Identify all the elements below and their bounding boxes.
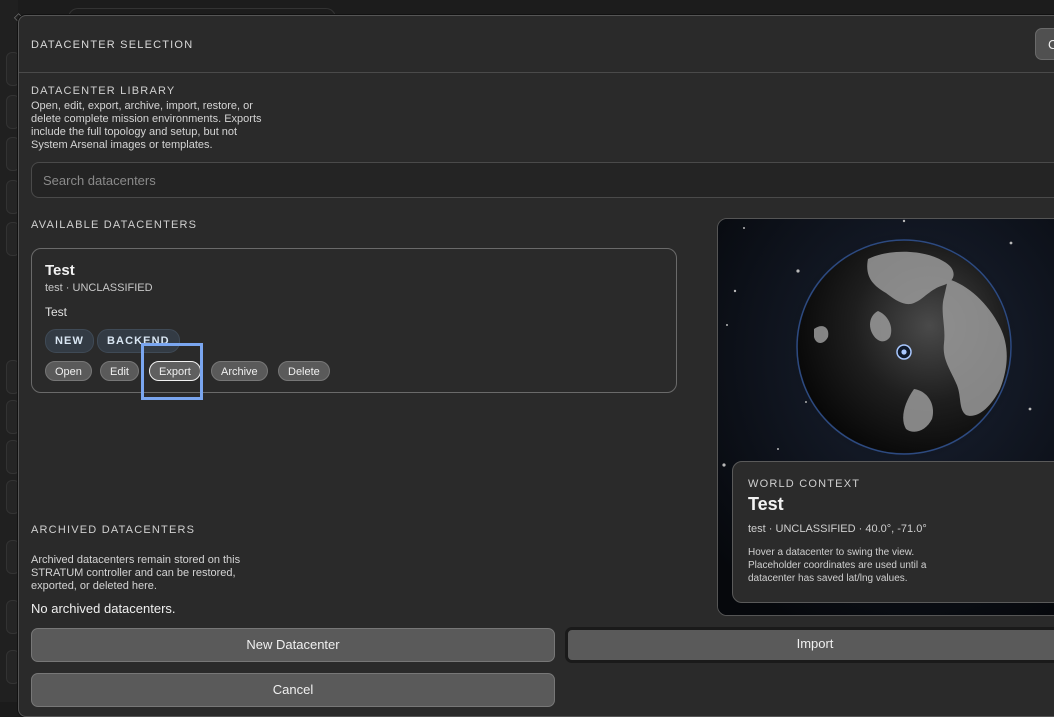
modal-title: DATACENTER SELECTION [31, 39, 193, 51]
focus-highlight-box [141, 343, 203, 400]
available-heading: AVAILABLE DATACENTERS [31, 219, 197, 231]
datacenter-selection-modal: DATACENTER SELECTION C DATACENTER LIBRAR… [18, 15, 1054, 717]
background-sidebar [0, 0, 18, 702]
new-datacenter-button[interactable]: New Datacenter [31, 628, 555, 662]
world-context-description-line: Placeholder coordinates are used until a [748, 559, 963, 572]
world-context-description: Hover a datacenter to swing the view. Pl… [748, 546, 963, 585]
library-heading: DATACENTER LIBRARY [31, 85, 175, 97]
archive-button[interactable]: Archive [211, 361, 268, 381]
world-context-meta: test · UNCLASSIFIED · 40.0°, -71.0° [748, 523, 927, 535]
close-button[interactable]: C [1035, 28, 1054, 60]
world-context-description-line: datacenter has saved lat/lng values. [748, 572, 963, 585]
world-context-name: Test [748, 494, 784, 515]
import-button[interactable]: Import [565, 627, 1054, 663]
search-input[interactable] [31, 162, 1054, 198]
edit-button[interactable]: Edit [100, 361, 139, 381]
world-context-description-line: Hover a datacenter to swing the view. [748, 546, 963, 559]
datacenter-name: Test [45, 262, 75, 279]
status-badge-new: NEW [45, 329, 94, 353]
modal-header: DATACENTER SELECTION C [19, 16, 1054, 73]
library-description-line: delete complete mission environments. Ex… [31, 113, 291, 126]
archived-description-line: exported, or deleted here. [31, 580, 291, 593]
archived-description: Archived datacenters remain stored on th… [31, 554, 291, 593]
datacenter-meta: test · UNCLASSIFIED [45, 282, 153, 294]
world-context-label: WORLD CONTEXT [748, 478, 860, 490]
library-description-line: System Arsenal images or templates. [31, 139, 291, 152]
world-context-card: WORLD CONTEXT Test test · UNCLASSIFIED ·… [732, 461, 1054, 603]
open-button[interactable]: Open [45, 361, 92, 381]
world-globe-panel[interactable]: WORLD CONTEXT Test test · UNCLASSIFIED ·… [717, 218, 1054, 616]
archived-description-line: Archived datacenters remain stored on th… [31, 554, 291, 567]
library-description: Open, edit, export, archive, import, res… [31, 100, 291, 152]
datacenter-description: Test [45, 305, 67, 319]
library-description-line: include the full topology and setup, but… [31, 126, 291, 139]
archived-heading: ARCHIVED DATACENTERS [31, 524, 195, 536]
archived-empty-text: No archived datacenters. [31, 601, 176, 616]
datacenter-card[interactable]: Test test · UNCLASSIFIED Test NEW BACKEN… [31, 248, 677, 393]
library-description-line: Open, edit, export, archive, import, res… [31, 100, 291, 113]
archived-description-line: STRATUM controller and can be restored, [31, 567, 291, 580]
delete-button[interactable]: Delete [278, 361, 330, 381]
